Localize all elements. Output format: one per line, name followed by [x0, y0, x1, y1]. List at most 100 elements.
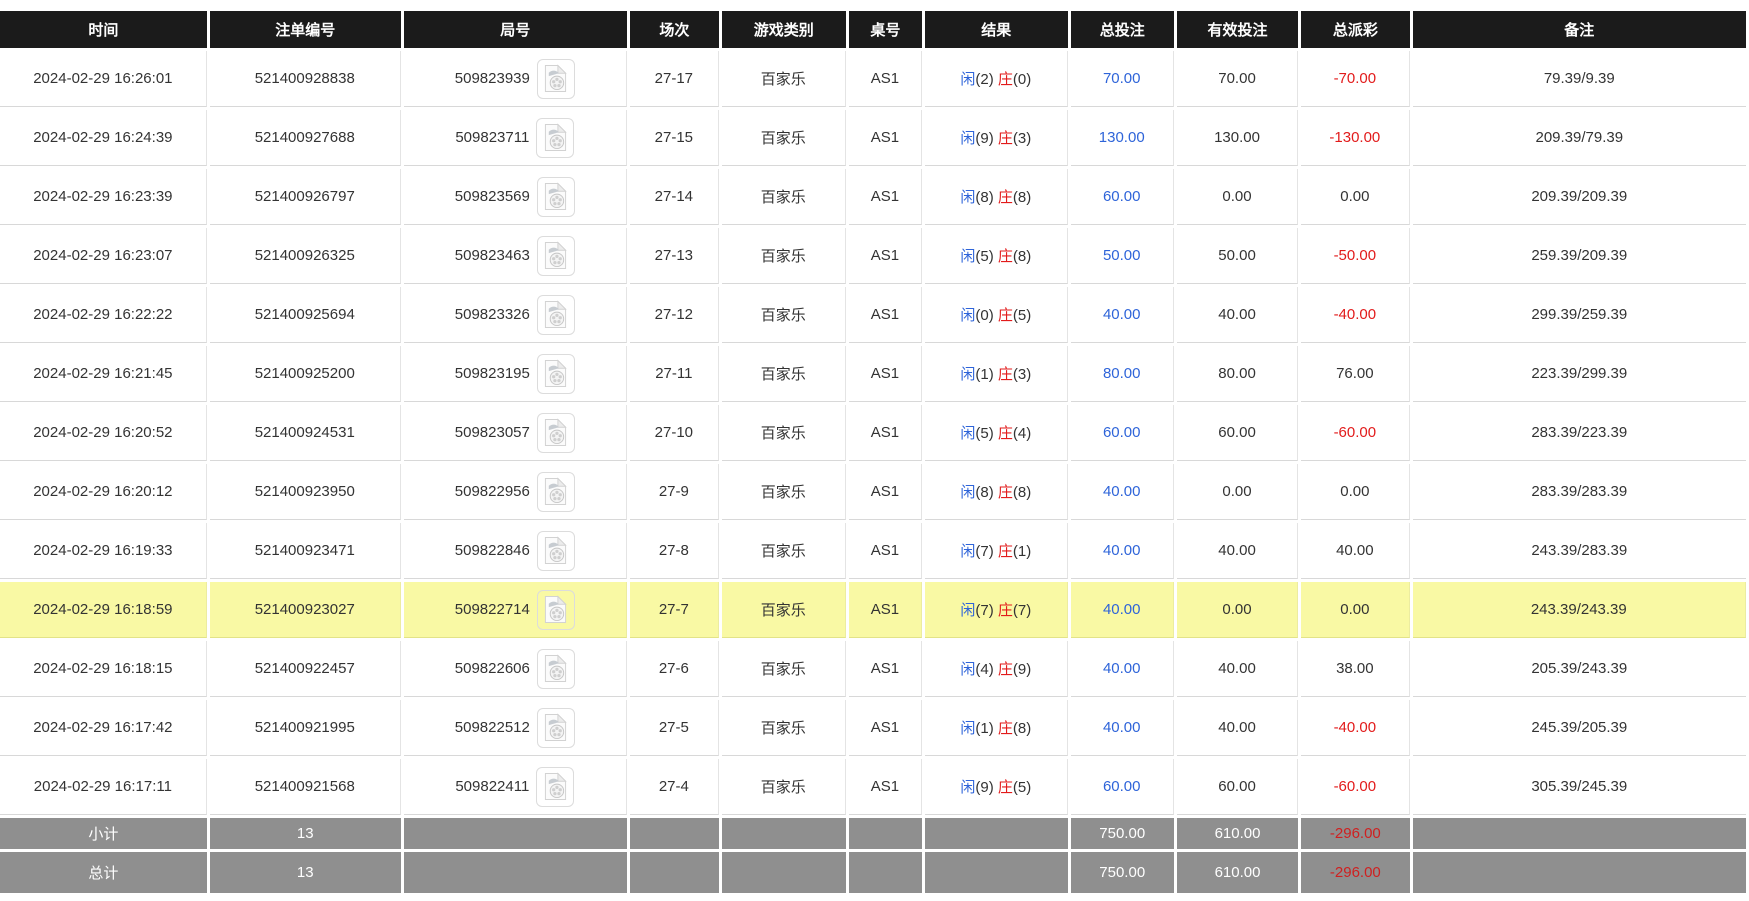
cell-valid-bet: 40.00: [1176, 523, 1299, 579]
table-row[interactable]: 2024-02-29 16:20:12 521400923950 509822956…: [0, 464, 1746, 520]
cell-valid-bet: 0.00: [1176, 464, 1299, 520]
round-no-value: 509823195: [454, 365, 530, 382]
summary-empty-cell: [721, 852, 846, 893]
cell-time: 2024-02-29 16:17:42: [0, 700, 207, 756]
round-video-button[interactable]: [536, 766, 575, 807]
table-row[interactable]: 2024-02-29 16:17:42 521400921995 509822512…: [0, 700, 1746, 756]
cell-remark: 283.39/223.39: [1412, 405, 1746, 461]
result-banker-label: 庄: [997, 484, 1013, 501]
result-player-label: 闲: [960, 307, 976, 324]
summary-empty-cell: [629, 852, 719, 893]
cell-session: 27-8: [629, 523, 719, 579]
result-banker-label: 庄: [997, 779, 1013, 796]
video-file-icon: [545, 654, 568, 682]
result-banker-score: (8): [1012, 484, 1032, 501]
round-video-button[interactable]: [536, 294, 575, 335]
table-row[interactable]: 2024-02-29 16:23:07 521400926325 509823463…: [0, 228, 1746, 284]
video-file-icon: [545, 477, 568, 505]
result-player-label: 闲: [960, 720, 976, 737]
round-video-button[interactable]: [536, 117, 575, 158]
round-video-button[interactable]: [536, 353, 575, 394]
cell-payout: 40.00: [1301, 523, 1410, 579]
cell-bet-no: 521400928838: [209, 51, 401, 107]
result-banker-label: 庄: [997, 71, 1013, 88]
cell-remark: 283.39/283.39: [1412, 464, 1746, 520]
column-header-bet-no: 注单编号: [209, 11, 401, 48]
table-row[interactable]: 2024-02-29 16:18:15 521400922457 509822606…: [0, 641, 1746, 697]
round-video-button[interactable]: [536, 471, 575, 512]
column-header-table-no: 桌号: [848, 11, 923, 48]
result-banker-score: (3): [1012, 366, 1032, 383]
round-no-value: 509822714: [454, 601, 530, 618]
cell-bet-no: 521400923471: [209, 523, 401, 579]
cell-result: 闲(1) 庄(8): [925, 700, 1068, 756]
table-row[interactable]: 2024-02-29 16:23:39 521400926797 509823569…: [0, 169, 1746, 225]
result-player-score: (7): [975, 602, 998, 619]
cell-remark: 209.39/79.39: [1412, 110, 1746, 166]
round-video-button[interactable]: [536, 58, 575, 99]
table-row[interactable]: 2024-02-29 16:18:59 521400923027 509822714…: [0, 582, 1746, 638]
cell-payout: 76.00: [1301, 346, 1410, 402]
round-video-button[interactable]: [536, 707, 575, 748]
cell-remark: 209.39/209.39: [1412, 169, 1746, 225]
cell-result: 闲(1) 庄(3): [925, 346, 1068, 402]
summary-total-bet: 750.00: [1070, 852, 1174, 893]
cell-remark: 243.39/283.39: [1412, 523, 1746, 579]
cell-session: 27-4: [629, 759, 719, 815]
result-player-label: 闲: [960, 189, 976, 206]
cell-table-no: AS1: [848, 582, 923, 638]
cell-session: 27-5: [629, 700, 719, 756]
round-video-button[interactable]: [536, 176, 575, 217]
cell-payout: 0.00: [1301, 582, 1410, 638]
cell-game-type: 百家乐: [721, 759, 846, 815]
cell-session: 27-13: [629, 228, 719, 284]
cell-time: 2024-02-29 16:17:11: [0, 759, 207, 815]
cell-table-no: AS1: [848, 641, 923, 697]
cell-time: 2024-02-29 16:21:45: [0, 346, 207, 402]
summary-payout: -296.00: [1301, 818, 1410, 849]
cell-time: 2024-02-29 16:22:22: [0, 287, 207, 343]
table-row[interactable]: 2024-02-29 16:22:22 521400925694 509823326…: [0, 287, 1746, 343]
cell-remark: 223.39/299.39: [1412, 346, 1746, 402]
round-video-button[interactable]: [536, 648, 575, 689]
round-no-value: 509823711: [455, 129, 530, 146]
summary-remark: [1412, 818, 1746, 849]
round-video-button[interactable]: [536, 412, 575, 453]
cell-valid-bet: 130.00: [1176, 110, 1299, 166]
table-row[interactable]: 2024-02-29 16:20:52 521400924531 509823057…: [0, 405, 1746, 461]
table-row[interactable]: 2024-02-29 16:17:11 521400921568 509822411…: [0, 759, 1746, 815]
cell-time: 2024-02-29 16:26:01: [0, 51, 207, 107]
table-row[interactable]: 2024-02-29 16:26:01 521400928838 509823939…: [0, 51, 1746, 107]
cell-bet-no: 521400926325: [209, 228, 401, 284]
cell-round-no: 509823195: [403, 346, 627, 402]
cell-game-type: 百家乐: [721, 169, 846, 225]
cell-round-no: 509822512: [403, 700, 627, 756]
cell-total-bet: 40.00: [1070, 582, 1174, 638]
cell-table-no: AS1: [848, 405, 923, 461]
round-no-value: 509822846: [454, 542, 530, 559]
cell-payout: 0.00: [1301, 169, 1410, 225]
result-player-label: 闲: [960, 71, 976, 88]
cell-remark: 299.39/259.39: [1412, 287, 1746, 343]
cell-valid-bet: 80.00: [1176, 346, 1299, 402]
result-banker-label: 庄: [997, 366, 1013, 383]
table-row[interactable]: 2024-02-29 16:21:45 521400925200 509823195…: [0, 346, 1746, 402]
video-file-icon: [545, 241, 568, 269]
table-row[interactable]: 2024-02-29 16:24:39 521400927688 509823711…: [0, 110, 1746, 166]
result-banker-label: 庄: [997, 602, 1013, 619]
summary-payout: -296.00: [1301, 852, 1410, 893]
cell-result: 闲(4) 庄(9): [925, 641, 1068, 697]
cell-time: 2024-02-29 16:20:12: [0, 464, 207, 520]
result-banker-label: 庄: [997, 130, 1013, 147]
cell-total-bet: 40.00: [1070, 464, 1174, 520]
column-header-game-type: 游戏类别: [721, 11, 846, 48]
round-video-button[interactable]: [536, 235, 575, 276]
cell-total-bet: 60.00: [1070, 759, 1174, 815]
result-banker-label: 庄: [997, 720, 1013, 737]
round-video-button[interactable]: [536, 530, 575, 571]
table-row[interactable]: 2024-02-29 16:19:33 521400923471 509822846…: [0, 523, 1746, 579]
cell-round-no: 509822411: [403, 759, 627, 815]
round-no-value: 509822606: [454, 660, 530, 677]
round-video-button[interactable]: [536, 589, 575, 630]
cell-time: 2024-02-29 16:23:39: [0, 169, 207, 225]
